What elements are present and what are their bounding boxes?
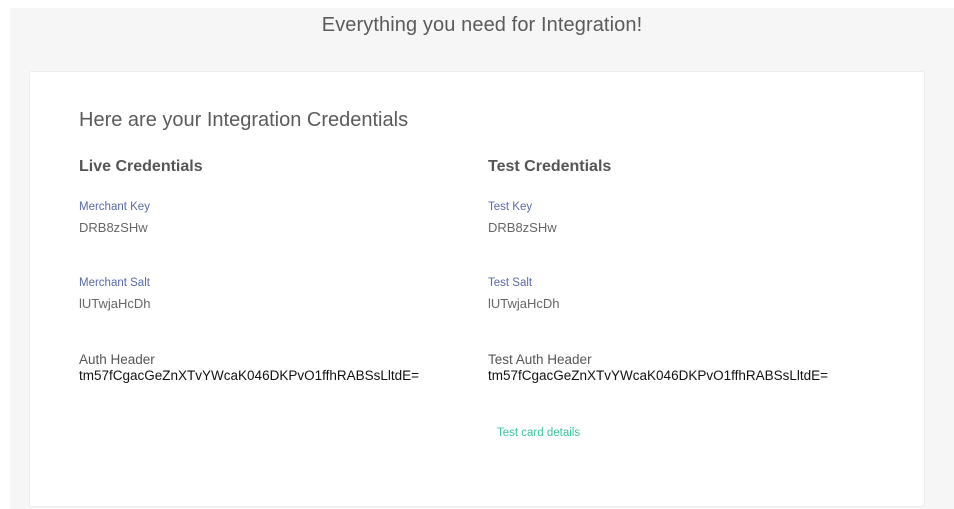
test-key-field: Test Key DRB8zSHw	[488, 200, 828, 276]
live-credentials-section: Live Credentials Merchant Key DRB8zSHw M…	[79, 158, 419, 428]
test-auth-header-label: Test Auth Header	[488, 352, 592, 367]
test-card-details-link[interactable]: Test card details	[497, 427, 580, 439]
auth-header-value[interactable]: tm57fCgacGeZnXTvYWcaK046DKPvO1ffhRABSsLl…	[79, 368, 419, 384]
merchant-salt-value[interactable]: lUTwjaHcDh	[79, 296, 419, 312]
merchant-key-value[interactable]: DRB8zSHw	[79, 220, 419, 236]
test-salt-field: Test Salt lUTwjaHcDh	[488, 276, 828, 352]
test-salt-value[interactable]: lUTwjaHcDh	[488, 296, 828, 312]
test-credentials-title: Test Credentials	[488, 158, 612, 175]
test-credentials-section: Test Credentials Test Key DRB8zSHw Test …	[488, 158, 828, 428]
merchant-salt-label: Merchant Salt	[79, 277, 150, 289]
merchant-key-label: Merchant Key	[79, 201, 150, 213]
test-auth-header-field: Test Auth Header tm57fCgacGeZnXTvYWcaK04…	[488, 352, 828, 428]
merchant-key-field: Merchant Key DRB8zSHw	[79, 200, 419, 276]
live-credentials-title: Live Credentials	[79, 158, 203, 175]
auth-header-label: Auth Header	[79, 352, 155, 367]
page-heading: Everything you need for Integration!	[321, 14, 643, 36]
card-title: Here are your Integration Credentials	[79, 109, 409, 131]
test-salt-label: Test Salt	[488, 277, 533, 289]
test-auth-header-value[interactable]: tm57fCgacGeZnXTvYWcaK046DKPvO1ffhRABSsLl…	[488, 368, 828, 384]
credentials-card: Here are your Integration Credentials Li…	[29, 71, 925, 507]
auth-header-field: Auth Header tm57fCgacGeZnXTvYWcaK046DKPv…	[79, 352, 419, 428]
test-key-value[interactable]: DRB8zSHw	[488, 220, 828, 236]
merchant-salt-field: Merchant Salt lUTwjaHcDh	[79, 276, 419, 352]
test-key-label: Test Key	[488, 201, 533, 213]
